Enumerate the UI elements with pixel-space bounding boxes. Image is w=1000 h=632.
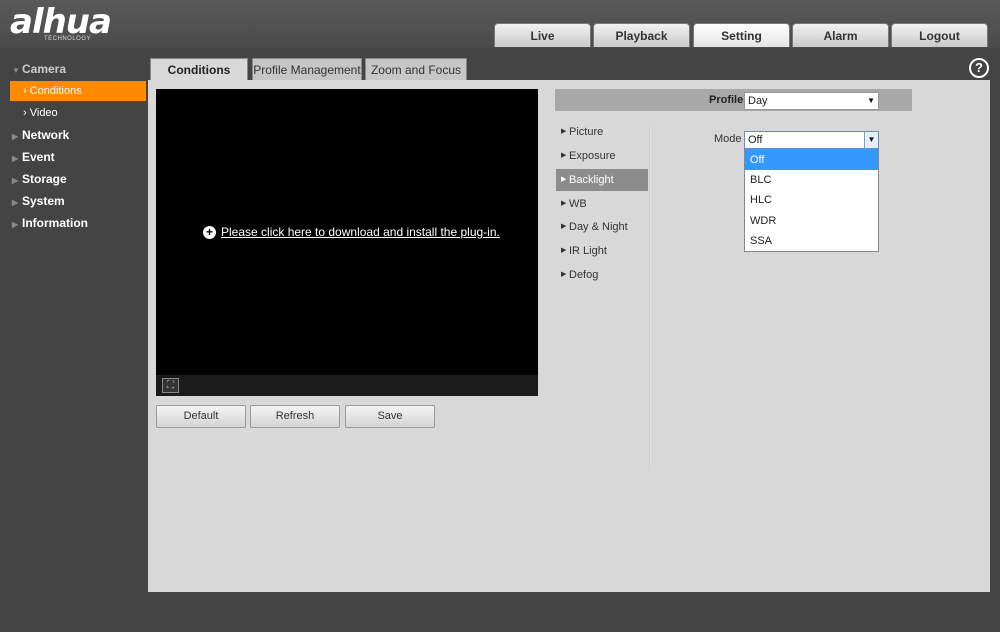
- sidebar-item-label: Network: [22, 128, 70, 142]
- sidebar-item-label: Camera: [22, 62, 67, 76]
- menu-item-ir-light[interactable]: ▶ IR Light: [556, 240, 648, 262]
- tab-profile-management[interactable]: Profile Management: [252, 58, 362, 80]
- nav-tab-logout[interactable]: Logout: [891, 23, 988, 47]
- profile-label: Profile: [709, 94, 744, 106]
- plugin-download-link[interactable]: + Please click here to download and insta…: [203, 225, 500, 239]
- sidebar-item-camera[interactable]: ▼ Camera: [12, 59, 66, 79]
- triangle-right-icon: ▶: [561, 152, 567, 159]
- triangle-right-icon: ▶: [12, 220, 19, 229]
- mode-select[interactable]: Off ▼: [744, 131, 879, 149]
- mode-value: Off: [748, 134, 763, 146]
- sidebar-item-network[interactable]: ▶ Network: [12, 125, 69, 145]
- sidebar-item-label: Event: [22, 150, 55, 164]
- triangle-right-icon: ▶: [12, 154, 19, 163]
- triangle-right-icon: ▶: [561, 247, 567, 254]
- menu-item-backlight[interactable]: ▶ Backlight: [556, 169, 648, 191]
- triangle-down-icon: ▼: [12, 66, 20, 75]
- mode-option-wdr[interactable]: WDR: [745, 211, 878, 231]
- menu-divider: [649, 125, 651, 470]
- mode-option-off[interactable]: Off: [745, 150, 878, 170]
- sidebar-item-information[interactable]: ▶ Information: [12, 213, 88, 233]
- menu-item-label: Picture: [569, 126, 604, 138]
- brand-subtitle: TECHNOLOGY: [44, 36, 92, 42]
- mode-label: Mode: [714, 133, 742, 145]
- triangle-right-icon: ▶: [561, 223, 567, 230]
- nav-tab-setting[interactable]: Setting: [693, 23, 790, 47]
- mode-option-ssa[interactable]: SSA: [745, 231, 878, 251]
- nav-tab-playback[interactable]: Playback: [593, 23, 690, 47]
- chevron-right-icon: ›: [23, 85, 27, 97]
- menu-item-label: Day & Night: [569, 221, 628, 233]
- sidebar-item-label: Information: [22, 216, 88, 230]
- menu-item-exposure[interactable]: ▶ Exposure: [556, 145, 648, 167]
- triangle-right-icon: ▶: [12, 176, 19, 185]
- menu-item-defog[interactable]: ▶ Defog: [556, 264, 648, 286]
- refresh-button[interactable]: Refresh: [250, 405, 340, 428]
- video-toolbar: [156, 375, 538, 396]
- triangle-right-icon: ▶: [12, 132, 19, 141]
- menu-item-label: Defog: [569, 269, 599, 281]
- menu-item-label: IR Light: [569, 245, 607, 257]
- profile-value: Day: [748, 95, 768, 107]
- brand-logo: alhua: [10, 2, 112, 42]
- triangle-right-icon: ▶: [561, 200, 567, 207]
- sidebar-item-storage[interactable]: ▶ Storage: [12, 169, 67, 189]
- menu-item-label: Exposure: [569, 150, 616, 162]
- plus-circle-icon: +: [203, 226, 216, 239]
- triangle-right-icon: ▶: [561, 271, 567, 278]
- menu-item-label: WB: [569, 198, 587, 210]
- menu-item-day-night[interactable]: ▶ Day & Night: [556, 216, 648, 238]
- menu-item-wb[interactable]: ▶ WB: [556, 193, 648, 215]
- sidebar-item-system[interactable]: ▶ System: [12, 191, 65, 211]
- triangle-right-icon: ▶: [12, 198, 19, 207]
- sidebar-item-label: Storage: [22, 172, 67, 186]
- plugin-link-text: Please click here to download and instal…: [221, 225, 500, 239]
- sidebar-item-conditions[interactable]: › Conditions: [10, 81, 146, 101]
- profile-select[interactable]: Day ▼: [744, 92, 879, 110]
- video-preview: [156, 89, 538, 396]
- chevron-down-icon: ▼: [867, 96, 875, 105]
- nav-tab-alarm[interactable]: Alarm: [792, 23, 889, 47]
- sidebar-item-event[interactable]: ▶ Event: [12, 147, 55, 167]
- sidebar-item-video[interactable]: › Video: [10, 103, 146, 123]
- mode-option-blc[interactable]: BLC: [745, 170, 878, 190]
- menu-item-label: Backlight: [569, 174, 614, 186]
- nav-tab-live[interactable]: Live: [494, 23, 591, 47]
- help-icon[interactable]: ?: [969, 58, 989, 78]
- save-button[interactable]: Save: [345, 405, 435, 428]
- sidebar-item-label: Conditions: [29, 85, 82, 97]
- tab-zoom-and-focus[interactable]: Zoom and Focus: [365, 58, 467, 80]
- tab-conditions[interactable]: Conditions: [150, 58, 248, 80]
- menu-item-picture[interactable]: ▶ Picture: [556, 121, 648, 143]
- default-button[interactable]: Default: [156, 405, 246, 428]
- triangle-right-icon: ▶: [561, 176, 567, 183]
- sidebar-item-label: Video: [29, 107, 58, 119]
- mode-option-hlc[interactable]: HLC: [745, 190, 878, 210]
- chevron-right-icon: ›: [23, 107, 27, 119]
- fullscreen-icon[interactable]: ⛶: [162, 378, 179, 393]
- chevron-down-icon: ▼: [864, 132, 878, 148]
- sidebar-item-label: System: [22, 194, 65, 208]
- triangle-right-icon: ▶: [561, 128, 567, 135]
